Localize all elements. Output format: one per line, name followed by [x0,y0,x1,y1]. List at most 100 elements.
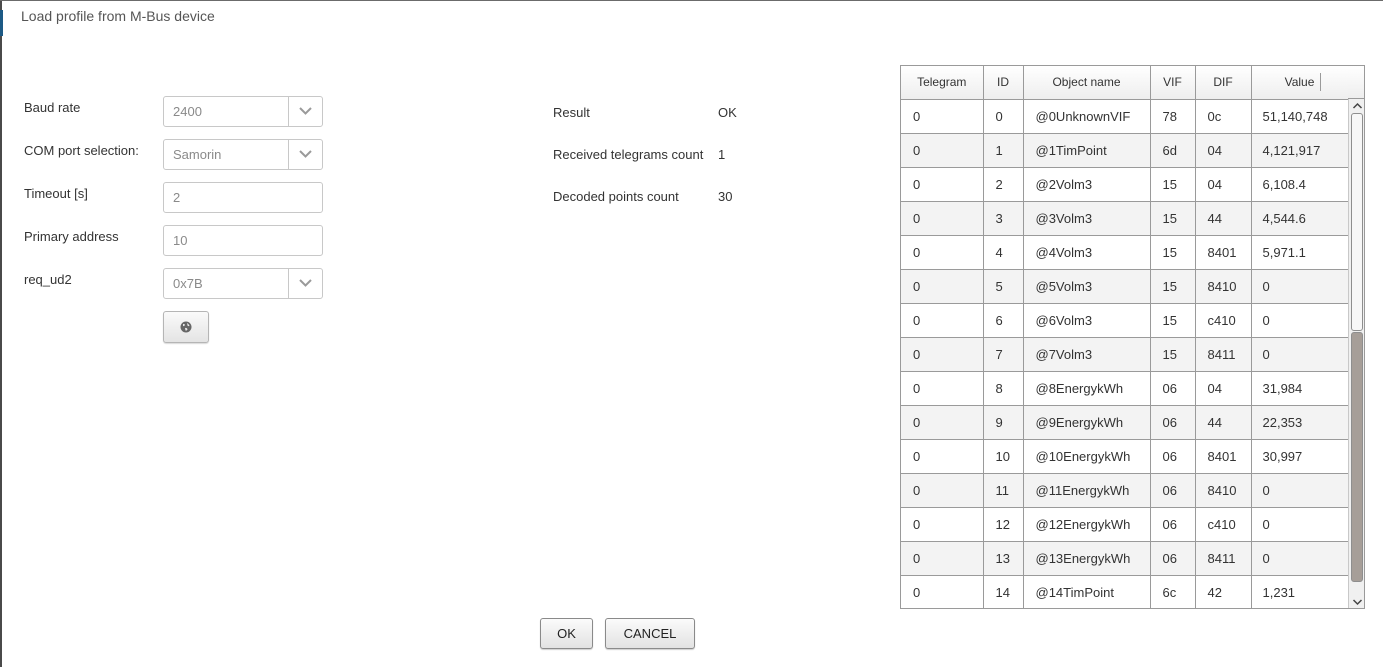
cell-object-name[interactable]: @4Volm3 [1023,235,1151,270]
table-row[interactable]: 0 12 @12EnergykWh 06 c410 0 [901,507,1349,542]
chevron-down-icon[interactable] [288,269,322,298]
cell-object-name[interactable]: @9EnergykWh [1023,405,1151,440]
cell-value[interactable]: 0 [1251,303,1349,338]
cell-value[interactable]: 51,140,748 [1251,99,1349,134]
cell-vif[interactable]: 15 [1150,235,1196,270]
cell-id[interactable]: 8 [983,371,1024,406]
cell-value[interactable]: 30,997 [1251,439,1349,474]
chevron-down-icon[interactable] [288,140,322,169]
cell-value[interactable]: 0 [1251,541,1349,576]
table-row[interactable]: 0 6 @6Volm3 15 c410 0 [901,303,1349,338]
cell-object-name[interactable]: @11EnergykWh [1023,473,1151,508]
cell-telegram[interactable]: 0 [901,541,984,576]
column-header-value[interactable]: Value [1251,66,1349,100]
cell-object-name[interactable]: @6Volm3 [1023,303,1151,338]
cell-dif[interactable]: 04 [1195,133,1252,168]
table-row[interactable]: 0 14 @14TimPoint 6c 42 1,231 [901,575,1349,608]
table-row[interactable]: 0 13 @13EnergykWh 06 8411 0 [901,541,1349,576]
cell-object-name[interactable]: @14TimPoint [1023,575,1151,608]
cell-vif[interactable]: 06 [1150,507,1196,542]
cell-dif[interactable]: 44 [1195,201,1252,236]
cell-value[interactable]: 22,353 [1251,405,1349,440]
cell-telegram[interactable]: 0 [901,507,984,542]
cell-value[interactable]: 31,984 [1251,371,1349,406]
cell-vif[interactable]: 06 [1150,473,1196,508]
cell-object-name[interactable]: @0UnknownVIF [1023,99,1151,134]
cell-id[interactable]: 6 [983,303,1024,338]
cell-vif[interactable]: 06 [1150,541,1196,576]
cell-dif[interactable]: 8401 [1195,235,1252,270]
cell-value[interactable]: 4,544.6 [1251,201,1349,236]
cell-object-name[interactable]: @12EnergykWh [1023,507,1151,542]
column-header-object-name[interactable]: Object name [1023,66,1151,100]
cell-id[interactable]: 12 [983,507,1024,542]
table-row[interactable]: 0 2 @2Volm3 15 04 6,108.4 [901,167,1349,202]
cell-telegram[interactable]: 0 [901,575,984,608]
cell-dif[interactable]: c410 [1195,303,1252,338]
cell-value[interactable]: 0 [1251,337,1349,372]
cell-vif[interactable]: 78 [1150,99,1196,134]
scroll-up-icon[interactable] [1352,101,1363,111]
timeout-input[interactable]: 2 [163,182,323,213]
cell-id[interactable]: 10 [983,439,1024,474]
cell-object-name[interactable]: @8EnergykWh [1023,371,1151,406]
cell-value[interactable]: 0 [1251,473,1349,508]
scrollbar-thumb[interactable] [1351,113,1363,331]
table-row[interactable]: 0 11 @11EnergykWh 06 8410 0 [901,473,1349,508]
cell-telegram[interactable]: 0 [901,235,984,270]
cell-id[interactable]: 0 [983,99,1024,134]
column-header-vif[interactable]: VIF [1150,66,1196,100]
read-device-button[interactable] [163,311,209,343]
cell-value[interactable]: 1,231 [1251,575,1349,608]
cell-telegram[interactable]: 0 [901,473,984,508]
cell-id[interactable]: 2 [983,167,1024,202]
cell-dif[interactable]: 8410 [1195,269,1252,304]
baud-rate-select[interactable]: 2400 [163,96,323,127]
chevron-down-icon[interactable] [288,97,322,126]
cell-telegram[interactable]: 0 [901,405,984,440]
points-table[interactable]: Telegram ID Object name VIF DIF Value 00… [900,65,1365,609]
cell-telegram[interactable]: 0 [901,99,984,134]
cell-dif[interactable]: 8401 [1195,439,1252,474]
cell-id[interactable]: 4 [983,235,1024,270]
vertical-scrollbar[interactable] [1348,99,1364,608]
cell-dif[interactable]: 0c [1195,99,1252,134]
cell-id[interactable]: 1 [983,133,1024,168]
cell-vif[interactable]: 6c [1150,575,1196,608]
table-row[interactable]: 0 8 @8EnergykWh 06 04 31,984 [901,371,1349,406]
column-header-dif[interactable]: DIF [1195,66,1252,100]
cell-telegram[interactable]: 0 [901,337,984,372]
cell-vif[interactable]: 6d [1150,133,1196,168]
primary-address-input[interactable]: 10 [163,225,323,256]
cell-vif[interactable]: 06 [1150,371,1196,406]
cell-value[interactable]: 6,108.4 [1251,167,1349,202]
cell-id[interactable]: 13 [983,541,1024,576]
cell-vif[interactable]: 06 [1150,439,1196,474]
cancel-button[interactable]: CANCEL [605,618,695,649]
column-header-id[interactable]: ID [983,66,1024,100]
cell-vif[interactable]: 15 [1150,269,1196,304]
cell-telegram[interactable]: 0 [901,371,984,406]
table-row[interactable]: 0 5 @5Volm3 15 8410 0 [901,269,1349,304]
cell-object-name[interactable]: @2Volm3 [1023,167,1151,202]
cell-dif[interactable]: c410 [1195,507,1252,542]
cell-id[interactable]: 3 [983,201,1024,236]
table-row[interactable]: 0 4 @4Volm3 15 8401 5,971.1 [901,235,1349,270]
cell-vif[interactable]: 15 [1150,167,1196,202]
cell-value[interactable]: 0 [1251,507,1349,542]
cell-id[interactable]: 11 [983,473,1024,508]
scrollbar-track-shade[interactable] [1351,332,1363,582]
cell-value[interactable]: 5,971.1 [1251,235,1349,270]
ok-button[interactable]: OK [540,618,593,649]
cell-id[interactable]: 5 [983,269,1024,304]
cell-id[interactable]: 14 [983,575,1024,608]
cell-object-name[interactable]: @1TimPoint [1023,133,1151,168]
cell-vif[interactable]: 15 [1150,201,1196,236]
cell-telegram[interactable]: 0 [901,133,984,168]
table-row[interactable]: 0 1 @1TimPoint 6d 04 4,121,917 [901,133,1349,168]
column-header-telegram[interactable]: Telegram [901,66,984,100]
table-row[interactable]: 0 3 @3Volm3 15 44 4,544.6 [901,201,1349,236]
cell-id[interactable]: 7 [983,337,1024,372]
column-resize-handle[interactable] [1320,73,1321,91]
cell-object-name[interactable]: @13EnergykWh [1023,541,1151,576]
